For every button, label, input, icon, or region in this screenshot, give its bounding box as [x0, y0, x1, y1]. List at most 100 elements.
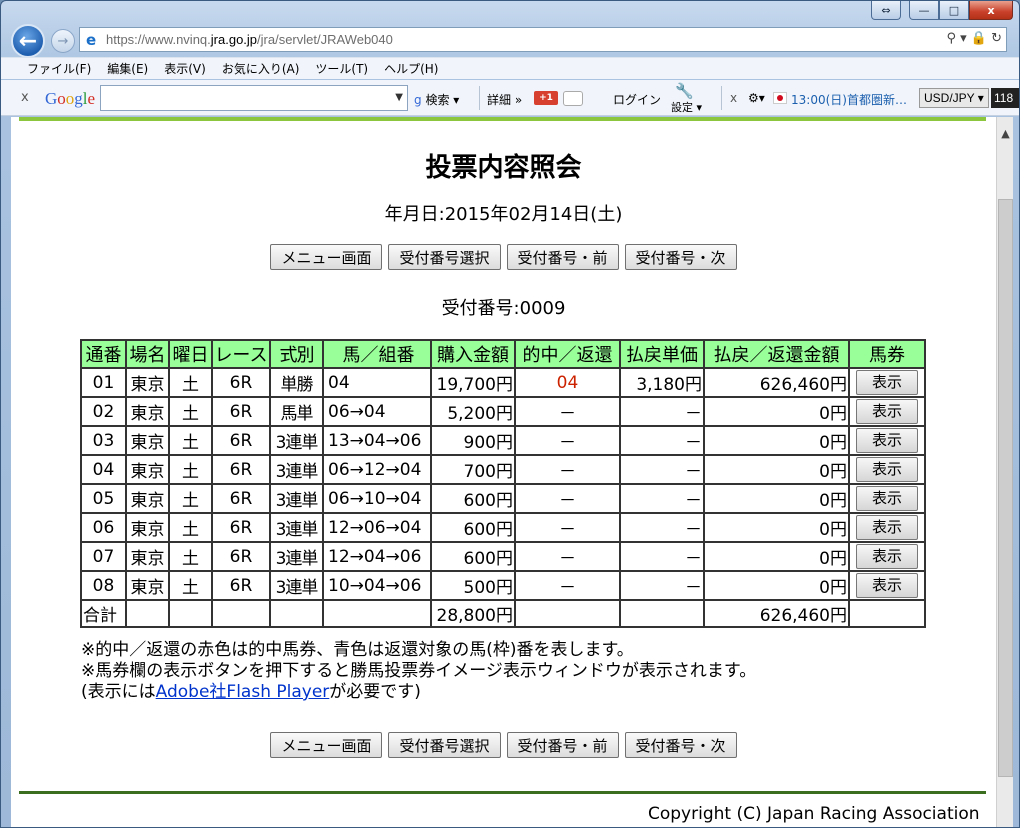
cell-no: 05 [80, 483, 127, 514]
cell-type: 単勝 [269, 367, 324, 398]
cell-race: 6R [211, 454, 271, 485]
cell-day: 土 [168, 396, 213, 427]
cell-pay: 0円 [703, 396, 850, 427]
login-button[interactable]: ログイン [613, 91, 661, 108]
total-label: 合計 [80, 599, 127, 628]
show-ticket-button[interactable]: 表示 [856, 486, 918, 511]
currency-select[interactable]: USD/JPY ▾ [919, 88, 989, 108]
menu-edit[interactable]: 編集(E) [107, 60, 148, 77]
table-row: 05 東京土 6R 3連単 06→10→04 600円－－ 0円 表示 [80, 483, 926, 514]
news-ticker[interactable]: 13:00(日)首都圏新… [791, 91, 907, 108]
table-cell [848, 599, 926, 628]
close-button[interactable]: x [969, 1, 1013, 20]
header-cell: 的中／返還 [514, 339, 621, 369]
cell-day: 土 [168, 512, 213, 543]
back-button[interactable]: ← [11, 24, 45, 58]
show-ticket-button[interactable]: 表示 [856, 428, 918, 453]
cell-combo: 10→04→06 [322, 570, 432, 601]
cell-pay: 0円 [703, 425, 850, 456]
cell-type: 3連単 [269, 425, 324, 456]
cell-amount: 600円 [430, 483, 516, 514]
header-cell: 馬券 [848, 339, 926, 369]
cell-pay: 0円 [703, 570, 850, 601]
google-search-button[interactable]: g 検索 ▾ [414, 91, 459, 108]
receipt-next-button[interactable]: 受付番号・次 [624, 244, 737, 270]
separator [479, 86, 480, 110]
cell-no: 04 [80, 454, 127, 485]
note-line: (表示にはAdobe社Flash Playerが必要です) [81, 682, 756, 703]
show-ticket-button[interactable]: 表示 [856, 370, 918, 395]
cell-hit: － [514, 483, 621, 514]
cell-hit: － [514, 541, 621, 572]
cell-unit: － [619, 396, 705, 427]
cell-place: 東京 [125, 396, 170, 427]
note-line: ※的中／返還の赤色は的中馬券、青色は返還対象の馬(枠)番を表します。 [81, 640, 634, 660]
show-ticket-button[interactable]: 表示 [856, 457, 918, 482]
menu-help[interactable]: ヘルプ(H) [384, 60, 438, 77]
cell-race: 6R [211, 367, 271, 398]
cell-hit: 04 [514, 367, 621, 398]
google-search-input[interactable]: ▼ [100, 85, 408, 111]
show-ticket-button[interactable]: 表示 [856, 515, 918, 540]
separator [721, 86, 722, 110]
cell-race: 6R [211, 570, 271, 601]
restore-icon[interactable]: ⇔ [871, 1, 901, 20]
table-cell [211, 599, 271, 628]
logo-letter: G [45, 89, 58, 108]
cell-unit: － [619, 425, 705, 456]
menu-file[interactable]: ファイル(F) [27, 60, 91, 77]
table-cell [269, 599, 324, 628]
url-domain: jra.go.jp [210, 32, 258, 47]
vertical-scrollbar[interactable]: ▲ [996, 117, 1014, 827]
note-line: ※馬券欄の表示ボタンを押下すると勝馬投票券イメージ表示ウィンドウが表示されます。 [81, 661, 757, 681]
receipt-next-button[interactable]: 受付番号・次 [624, 732, 737, 758]
cell-type: 3連単 [269, 570, 324, 601]
show-ticket-button[interactable]: 表示 [856, 544, 918, 569]
bottom-divider [19, 791, 986, 794]
chevron-down-icon[interactable]: ▼ [395, 92, 403, 103]
window-controls: ⇔ — □ x [871, 1, 1013, 20]
menu-button[interactable]: メニュー画面 [270, 244, 383, 270]
address-icons[interactable]: ⚲ ▾ 🔒 ↻ [946, 31, 1002, 46]
toolbar-close-icon[interactable]: x [21, 90, 29, 105]
forward-button[interactable]: → [51, 29, 75, 53]
address-bar[interactable]: e https://www.nvinq.jra.go.jp/jra/servle… [79, 27, 1007, 52]
receipt-select-button[interactable]: 受付番号選択 [388, 732, 501, 758]
cell-amount: 700円 [430, 454, 516, 485]
menu-button[interactable]: メニュー画面 [270, 732, 383, 758]
toolbar2-close-icon[interactable]: x [730, 91, 737, 105]
maximize-button[interactable]: □ [939, 1, 969, 20]
cell-unit: － [619, 483, 705, 514]
details-button[interactable]: 詳細 » [487, 91, 522, 108]
menu-view[interactable]: 表示(V) [164, 60, 206, 77]
receipt-number: 受付番号:0009 [441, 298, 566, 319]
cell-type: 馬単 [269, 396, 324, 427]
show-ticket-button[interactable]: 表示 [856, 573, 918, 598]
receipt-prev-button[interactable]: 受付番号・前 [506, 244, 619, 270]
wrench-icon[interactable]: 🔧 [675, 82, 694, 100]
menu-tools[interactable]: ツール(T) [315, 60, 368, 77]
cell-ticket: 表示 [848, 396, 926, 427]
bets-table: 通番 場名 曜日 レース 式別 馬／組番 購入金額 的中／返還 払戻単価 払戻／… [80, 339, 926, 628]
cell-pay: 0円 [703, 454, 850, 485]
settings-button[interactable]: 設定 ▾ [671, 99, 702, 115]
cell-amount: 5,200円 [430, 396, 516, 427]
show-ticket-button[interactable]: 表示 [856, 399, 918, 424]
cell-place: 東京 [125, 425, 170, 456]
url-text: https://www.nvinq.jra.go.jp/jra/servlet/… [106, 32, 393, 47]
header-cell: 払戻単価 [619, 339, 705, 369]
gplus-button[interactable]: +1 [534, 91, 558, 105]
table-row: 06 東京土 6R 3連単 12→06→04 600円－－ 0円 表示 [80, 512, 926, 543]
scroll-up-icon[interactable]: ▲ [997, 127, 1014, 144]
cell-type: 3連単 [269, 512, 324, 543]
flash-player-link[interactable]: Adobe社Flash Player [156, 682, 330, 702]
minimize-button[interactable]: — [909, 1, 939, 20]
cell-hit: － [514, 396, 621, 427]
receipt-prev-button[interactable]: 受付番号・前 [506, 732, 619, 758]
receipt-select-button[interactable]: 受付番号選択 [388, 244, 501, 270]
scroll-thumb[interactable] [998, 199, 1013, 777]
menu-favorites[interactable]: お気に入り(A) [222, 60, 300, 77]
gear-icon[interactable]: ⚙▾ [748, 91, 765, 105]
cell-type: 3連単 [269, 483, 324, 514]
cell-race: 6R [211, 483, 271, 514]
